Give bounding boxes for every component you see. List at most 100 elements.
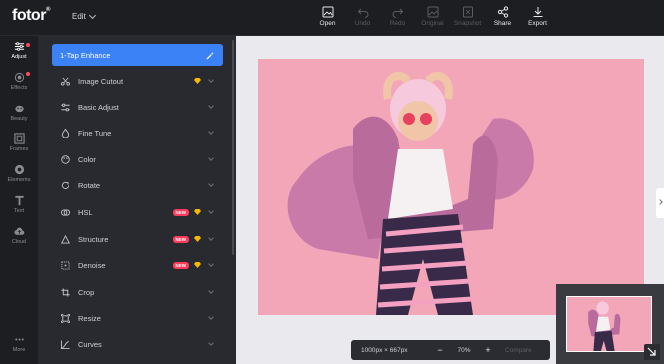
hsl-icon (61, 208, 70, 216)
panel-item-rotate[interactable]: Rotate (52, 174, 223, 196)
chevron-down-icon (208, 77, 214, 83)
chevron-down-icon (208, 129, 214, 135)
rail-label-beauty: Beauty (10, 116, 28, 122)
fotor-logo[interactable]: fotor® (12, 7, 50, 25)
rail-label-frames: Frames (9, 146, 29, 152)
curves-icon (61, 339, 70, 349)
panel-item-label: Resize (78, 313, 101, 323)
panel-item-resize[interactable]: Resize (52, 307, 223, 329)
panel-item-fine-tune[interactable]: Fine Tune (52, 122, 223, 144)
one-tap-enhance-label: 1-Tap Enhance (60, 50, 111, 60)
download-icon (533, 7, 542, 17)
rail-item-frames[interactable]: Frames (0, 133, 38, 152)
panel-item-crop[interactable]: Crop (52, 281, 223, 303)
panel-item-label: Crop (78, 287, 95, 297)
rail-item-effects[interactable]: Effects (0, 72, 38, 91)
text-icon (14, 195, 24, 206)
undo-button[interactable]: Undo (345, 6, 380, 27)
panel-scrollbar[interactable] (232, 40, 234, 255)
panel-item-basic-adjust[interactable]: Basic Adjust (52, 96, 223, 118)
chevron-down-icon (208, 181, 214, 187)
denoise-icon (61, 260, 70, 270)
rail-item-elements[interactable]: Elements (0, 164, 38, 183)
triangle-icon (61, 234, 70, 244)
original-button[interactable]: Original (415, 6, 450, 27)
open-button[interactable]: Open (310, 6, 345, 27)
zoom-in-button[interactable]: + (479, 345, 497, 355)
panel-item-denoise[interactable]: Denoise NEW (52, 254, 223, 276)
beauty-icon (14, 105, 24, 113)
compare-button[interactable]: Compare (505, 347, 532, 354)
panel-item-label: Structure (78, 234, 109, 244)
arrow-down-right-icon (647, 347, 656, 356)
chevron-down-icon (208, 340, 214, 346)
redo-button[interactable]: Redo (380, 6, 415, 27)
rail-item-beauty[interactable]: Beauty (0, 103, 38, 122)
photo-thumbnail (567, 297, 651, 351)
scissors-icon (61, 77, 70, 86)
share-icon (497, 6, 508, 18)
premium-diamond-icon (194, 262, 201, 268)
editor-canvas[interactable]: 1000px × 667px − 70% + Compare (236, 36, 664, 364)
right-panel-handle[interactable] (656, 188, 664, 218)
edit-menu-label: Edit (72, 12, 86, 21)
export-button[interactable]: Export (520, 6, 555, 27)
chevron-down-icon (208, 235, 214, 241)
snapshot-button[interactable]: Snapshot (450, 6, 485, 27)
share-button[interactable]: Share (485, 6, 520, 27)
rail-item-cloud[interactable]: Cloud (0, 226, 38, 245)
premium-diamond-icon (194, 78, 201, 84)
edited-photo[interactable] (258, 59, 644, 315)
one-tap-enhance-button[interactable]: 1-Tap Enhance (52, 44, 223, 66)
panel-item-hsl[interactable]: HSL NEW (52, 201, 223, 223)
rail-item-adjust[interactable]: Adjust (0, 41, 38, 60)
panel-item-label: Fine Tune (78, 128, 112, 138)
panel-item-image-cutout[interactable]: Image Cutout (52, 70, 223, 92)
new-badge: NEW (172, 208, 189, 216)
share-label: Share (493, 20, 512, 27)
export-label: Export (528, 20, 547, 27)
chevron-down-icon (208, 288, 214, 294)
chevron-down-icon (208, 314, 214, 320)
crop-icon (61, 287, 70, 297)
drop-icon (61, 128, 70, 138)
redo-icon (392, 8, 403, 18)
sliders-icon (61, 103, 70, 111)
panel-item-label: Denoise (78, 260, 106, 270)
rail-item-more[interactable]: More (0, 334, 38, 353)
rail-item-text[interactable]: Text (0, 195, 38, 214)
chevron-down-icon (208, 155, 214, 161)
undo-label: Undo (354, 20, 371, 27)
left-rail: Adjust Effects Beauty Frames Elements Te… (0, 36, 38, 364)
toolbar: Open Undo Redo Original Snapshot Share E… (310, 6, 555, 27)
edit-menu[interactable]: Edit (72, 11, 96, 21)
panel-item-structure[interactable]: Structure NEW (52, 228, 223, 250)
rail-label-cloud: Cloud (11, 239, 27, 245)
minimap-thumbnail (566, 296, 652, 352)
sliders-icon (14, 42, 24, 51)
panel-item-curves[interactable]: Curves (52, 333, 223, 355)
elements-icon (14, 164, 24, 175)
notification-dot (26, 72, 30, 76)
rail-label-effects: Effects (10, 85, 28, 91)
chevron-down-icon (208, 261, 214, 267)
panel-item-color[interactable]: Color (52, 148, 223, 170)
notification-dot (26, 43, 30, 47)
new-badge: NEW (172, 235, 189, 243)
snapshot-label: Snapshot (453, 20, 482, 27)
rail-label-elements: Elements (7, 177, 31, 183)
navigator-minimap[interactable] (556, 284, 664, 364)
cloud-icon (13, 227, 24, 235)
zoom-out-button[interactable]: − (431, 345, 449, 355)
original-label: Original (421, 20, 444, 27)
zoom-level: 70% (457, 346, 471, 354)
adjust-panel: 1-Tap Enhance Image Cutout Basic Adjust … (38, 36, 236, 364)
premium-diamond-icon (194, 209, 201, 215)
rail-label-adjust: Adjust (11, 54, 27, 60)
new-badge: NEW (172, 261, 189, 269)
rail-label-more: More (12, 347, 26, 353)
rail-label-text: Text (13, 208, 25, 214)
collapse-navigator-button[interactable] (644, 344, 660, 360)
fotor-editor: fotor® Edit Open Undo Redo Original Snap… (0, 0, 664, 364)
image-dimensions: 1000px × 667px (361, 346, 408, 354)
